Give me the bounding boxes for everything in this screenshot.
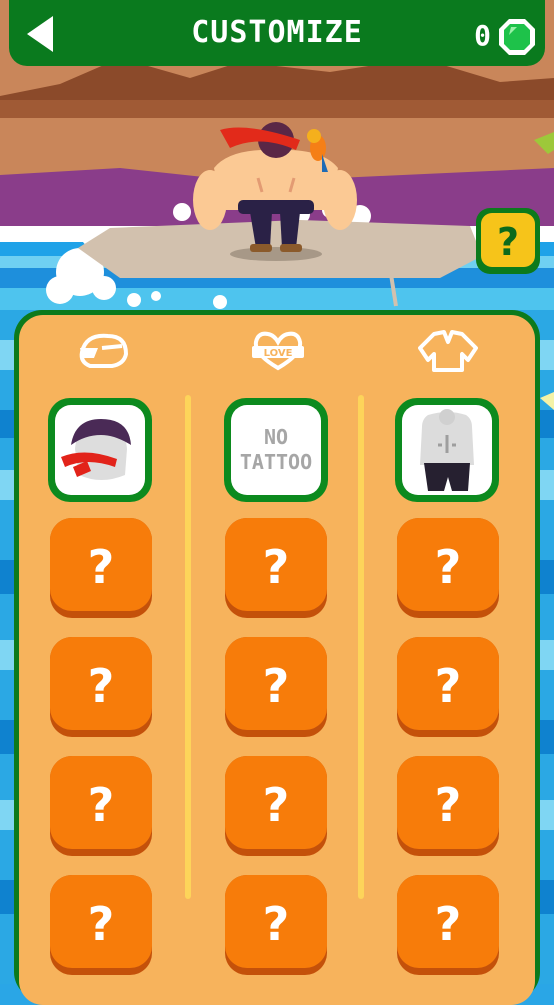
locked-item[interactable]: ? <box>50 637 152 737</box>
locked-item[interactable]: ? <box>397 875 499 975</box>
locked-item[interactable]: ? <box>50 875 152 975</box>
locked-item[interactable]: ? <box>397 637 499 737</box>
page-title: CUSTOMIZE <box>191 15 363 50</box>
selected-headgear-item[interactable] <box>48 398 152 502</box>
locked-item[interactable]: ? <box>397 756 499 856</box>
no-tattoo-label: NO TATTOO <box>239 425 313 474</box>
hair-headband-icon[interactable] <box>76 328 136 372</box>
bare-torso-item-icon <box>420 409 474 491</box>
locked-item[interactable]: ? <box>225 518 327 618</box>
locked-item[interactable]: ? <box>50 518 152 618</box>
locked-item[interactable]: ? <box>225 875 327 975</box>
column-divider <box>185 395 191 899</box>
shirt-icon[interactable] <box>418 328 478 372</box>
help-button[interactable]: ? <box>476 208 540 274</box>
gem-count: 0 <box>474 19 491 52</box>
top-bar: CUSTOMIZE 0 <box>9 0 545 66</box>
locked-item[interactable]: ? <box>50 756 152 856</box>
gem-icon <box>499 19 535 55</box>
help-button-label: ? <box>496 220 520 264</box>
hair-headband-item-icon <box>61 419 131 480</box>
selected-outfit-item[interactable] <box>395 398 499 502</box>
love-heart-tattoo-icon[interactable]: LOVE <box>248 328 308 372</box>
locked-item[interactable]: ? <box>225 637 327 737</box>
selected-tattoo-item[interactable]: NO TATTOO <box>224 398 328 502</box>
locked-item[interactable]: ? <box>397 518 499 618</box>
locked-item[interactable]: ? <box>225 756 327 856</box>
column-divider <box>358 395 364 899</box>
svg-text:LOVE: LOVE <box>264 348 293 359</box>
